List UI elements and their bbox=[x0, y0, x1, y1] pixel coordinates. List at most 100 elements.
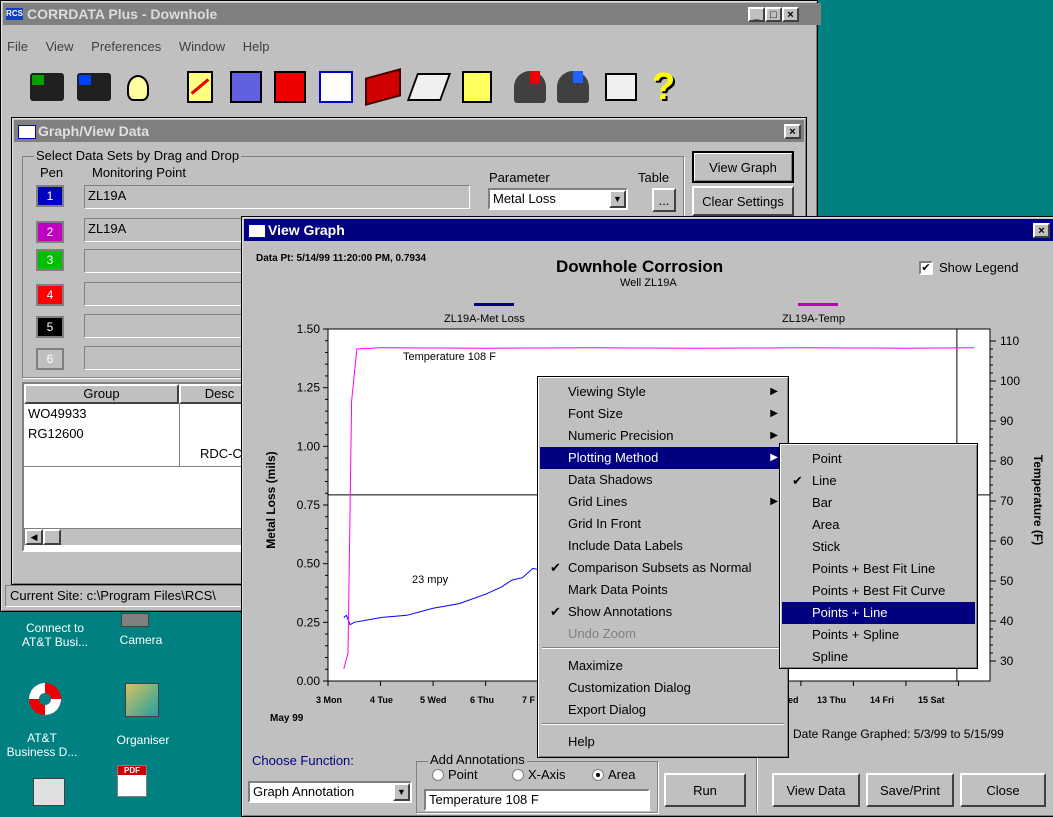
x-tick: 7 F bbox=[522, 695, 536, 705]
menu-item-export-dialog[interactable]: Export Dialog bbox=[540, 699, 786, 721]
submenu-item-line[interactable]: Line ✔ bbox=[782, 470, 975, 492]
y-tick-label: 0.00 bbox=[297, 674, 321, 688]
radio-circle[interactable] bbox=[432, 769, 444, 781]
pen-3[interactable]: 3 bbox=[36, 249, 64, 271]
radio-circle[interactable] bbox=[512, 769, 524, 781]
menu-file[interactable]: File bbox=[7, 39, 28, 54]
graph-icon bbox=[248, 224, 266, 238]
table-row[interactable]: RG12600 bbox=[28, 426, 84, 441]
menu-item-show-annotations[interactable]: Show Annotations ✔ bbox=[540, 601, 786, 623]
add-annotations-label: Add Annotations bbox=[428, 752, 527, 767]
minimize-button[interactable]: _ bbox=[748, 7, 765, 22]
submenu-item-points-best-fit-curve[interactable]: Points + Best Fit Curve bbox=[782, 580, 975, 602]
gvd-close-button[interactable]: × bbox=[784, 124, 801, 139]
menu-item-data-shadows[interactable]: Data Shadows bbox=[540, 469, 786, 491]
clear-settings-button[interactable]: Clear Settings bbox=[692, 186, 794, 216]
pen-header: Pen bbox=[40, 165, 64, 180]
submenu-item-bar[interactable]: Bar bbox=[782, 492, 975, 514]
pen-4[interactable]: 4 bbox=[36, 284, 64, 306]
menu-view[interactable]: View bbox=[46, 39, 74, 54]
menu-window[interactable]: Window bbox=[179, 39, 225, 54]
printer-icon[interactable] bbox=[33, 778, 65, 806]
help-icon[interactable]: ? bbox=[652, 67, 678, 107]
scroll-thumb[interactable] bbox=[43, 529, 61, 545]
submenu-item-area[interactable]: Area bbox=[782, 514, 975, 536]
menu-help[interactable]: Help bbox=[243, 39, 270, 54]
computer-icon[interactable] bbox=[230, 71, 262, 103]
pen-5[interactable]: 5 bbox=[36, 316, 64, 338]
pages-icon[interactable] bbox=[406, 73, 452, 101]
desktop-label: Connect to AT&T Busi... bbox=[21, 621, 89, 649]
choose-function-select[interactable]: Graph Annotation ▼ bbox=[248, 781, 412, 803]
x-tick: 4 Tue bbox=[370, 695, 393, 705]
menu-item-include-data-labels[interactable]: Include Data Labels bbox=[540, 535, 786, 557]
chart-icon[interactable] bbox=[319, 71, 353, 103]
chevron-down-icon[interactable]: ▼ bbox=[609, 190, 626, 208]
save-print-button[interactable]: Save/Print bbox=[866, 773, 954, 807]
pen-6[interactable]: 6 bbox=[36, 348, 64, 370]
horizontal-scrollbar[interactable]: ◀ bbox=[24, 528, 260, 546]
group-header[interactable]: Group bbox=[24, 384, 179, 404]
submenu-item-points-line[interactable]: Points + Line bbox=[782, 602, 975, 624]
close-button[interactable]: × bbox=[782, 7, 799, 22]
x-tick: 13 Thu bbox=[817, 695, 847, 705]
menu-item-plotting-method[interactable]: Plotting Method ▶ bbox=[540, 447, 786, 469]
settings-icon[interactable] bbox=[605, 73, 637, 101]
view-data-button[interactable]: View Data bbox=[772, 773, 860, 807]
menu-item-customization-dialog[interactable]: Customization Dialog bbox=[540, 677, 786, 699]
computer-red-icon[interactable] bbox=[274, 71, 306, 103]
clipboard-icon[interactable] bbox=[187, 71, 213, 103]
scroll-left-button[interactable]: ◀ bbox=[25, 529, 43, 545]
annotation-mpy: 23 mpy bbox=[412, 574, 449, 586]
parameter-select[interactable]: Metal Loss ▼ bbox=[488, 188, 628, 210]
menu-item-grid-lines[interactable]: Grid Lines ▶ bbox=[540, 491, 786, 513]
annotation-text-input[interactable]: Temperature 108 F bbox=[424, 789, 650, 811]
monitoring-point-field-1[interactable]: ZL19A bbox=[84, 185, 470, 209]
vg-close-button[interactable]: × bbox=[1033, 223, 1050, 238]
menu-item-comparison-subsets-as-normal[interactable]: Comparison Subsets as Normal ✔ bbox=[540, 557, 786, 579]
lightbulb-icon[interactable] bbox=[127, 75, 149, 101]
view-graph-button[interactable]: View Graph bbox=[692, 151, 794, 183]
organiser-icon bbox=[125, 683, 159, 717]
submenu-item-points-spline[interactable]: Points + Spline bbox=[782, 624, 975, 646]
maximize-button[interactable]: □ bbox=[765, 7, 782, 22]
close-graph-button[interactable]: Close bbox=[960, 773, 1046, 807]
menu-item-grid-in-front[interactable]: Grid In Front bbox=[540, 513, 786, 535]
x-tick: ed bbox=[788, 695, 799, 705]
menu-preferences[interactable]: Preferences bbox=[91, 39, 161, 54]
month-label: May 99 bbox=[270, 713, 304, 724]
main-title-bar: RCS CORRDATA Plus - Downhole bbox=[3, 3, 821, 25]
submenu-item-points-best-fit-line[interactable]: Points + Best Fit Line bbox=[782, 558, 975, 580]
pen-1[interactable]: 1 bbox=[36, 185, 64, 207]
submenu-item-point[interactable]: Point bbox=[782, 448, 975, 470]
open-folder-icon[interactable] bbox=[30, 73, 64, 101]
chevron-down-icon[interactable]: ▼ bbox=[393, 783, 410, 801]
menu-item-help[interactable]: Help bbox=[540, 731, 786, 753]
menu-item-viewing-style[interactable]: Viewing Style ▶ bbox=[540, 381, 786, 403]
graph-icon bbox=[18, 125, 36, 139]
menu-item-maximize[interactable]: Maximize bbox=[540, 655, 786, 677]
table-row[interactable]: WO49933 bbox=[28, 406, 87, 421]
menu-item-mark-data-points[interactable]: Mark Data Points bbox=[540, 579, 786, 601]
submenu-item-stick[interactable]: Stick bbox=[782, 536, 975, 558]
radio-circle-selected[interactable] bbox=[592, 769, 604, 781]
pdf-icon[interactable]: PDF bbox=[117, 765, 147, 797]
x-tick: 3 Mon bbox=[316, 695, 342, 705]
book-icon[interactable] bbox=[365, 68, 401, 106]
group-divider bbox=[24, 466, 260, 467]
y-tick-label: 1.50 bbox=[297, 322, 321, 336]
annotation-temperature: Temperature 108 F bbox=[403, 351, 496, 363]
pen-2[interactable]: 2 bbox=[36, 221, 64, 243]
menu-item-numeric-precision[interactable]: Numeric Precision ▶ bbox=[540, 425, 786, 447]
menu-item-font-size[interactable]: Font Size ▶ bbox=[540, 403, 786, 425]
y2-tick-label: 40 bbox=[1000, 614, 1014, 628]
x-tick: 15 Sat bbox=[918, 695, 945, 705]
new-folder-icon[interactable] bbox=[77, 73, 111, 101]
check-icon: ✔ bbox=[550, 560, 561, 575]
run-button[interactable]: Run bbox=[664, 773, 746, 807]
import-icon[interactable] bbox=[514, 71, 546, 103]
table-button[interactable]: ... bbox=[652, 188, 676, 212]
export-icon[interactable] bbox=[557, 71, 589, 103]
checklist-icon[interactable] bbox=[462, 71, 492, 103]
submenu-item-spline[interactable]: Spline bbox=[782, 646, 975, 668]
